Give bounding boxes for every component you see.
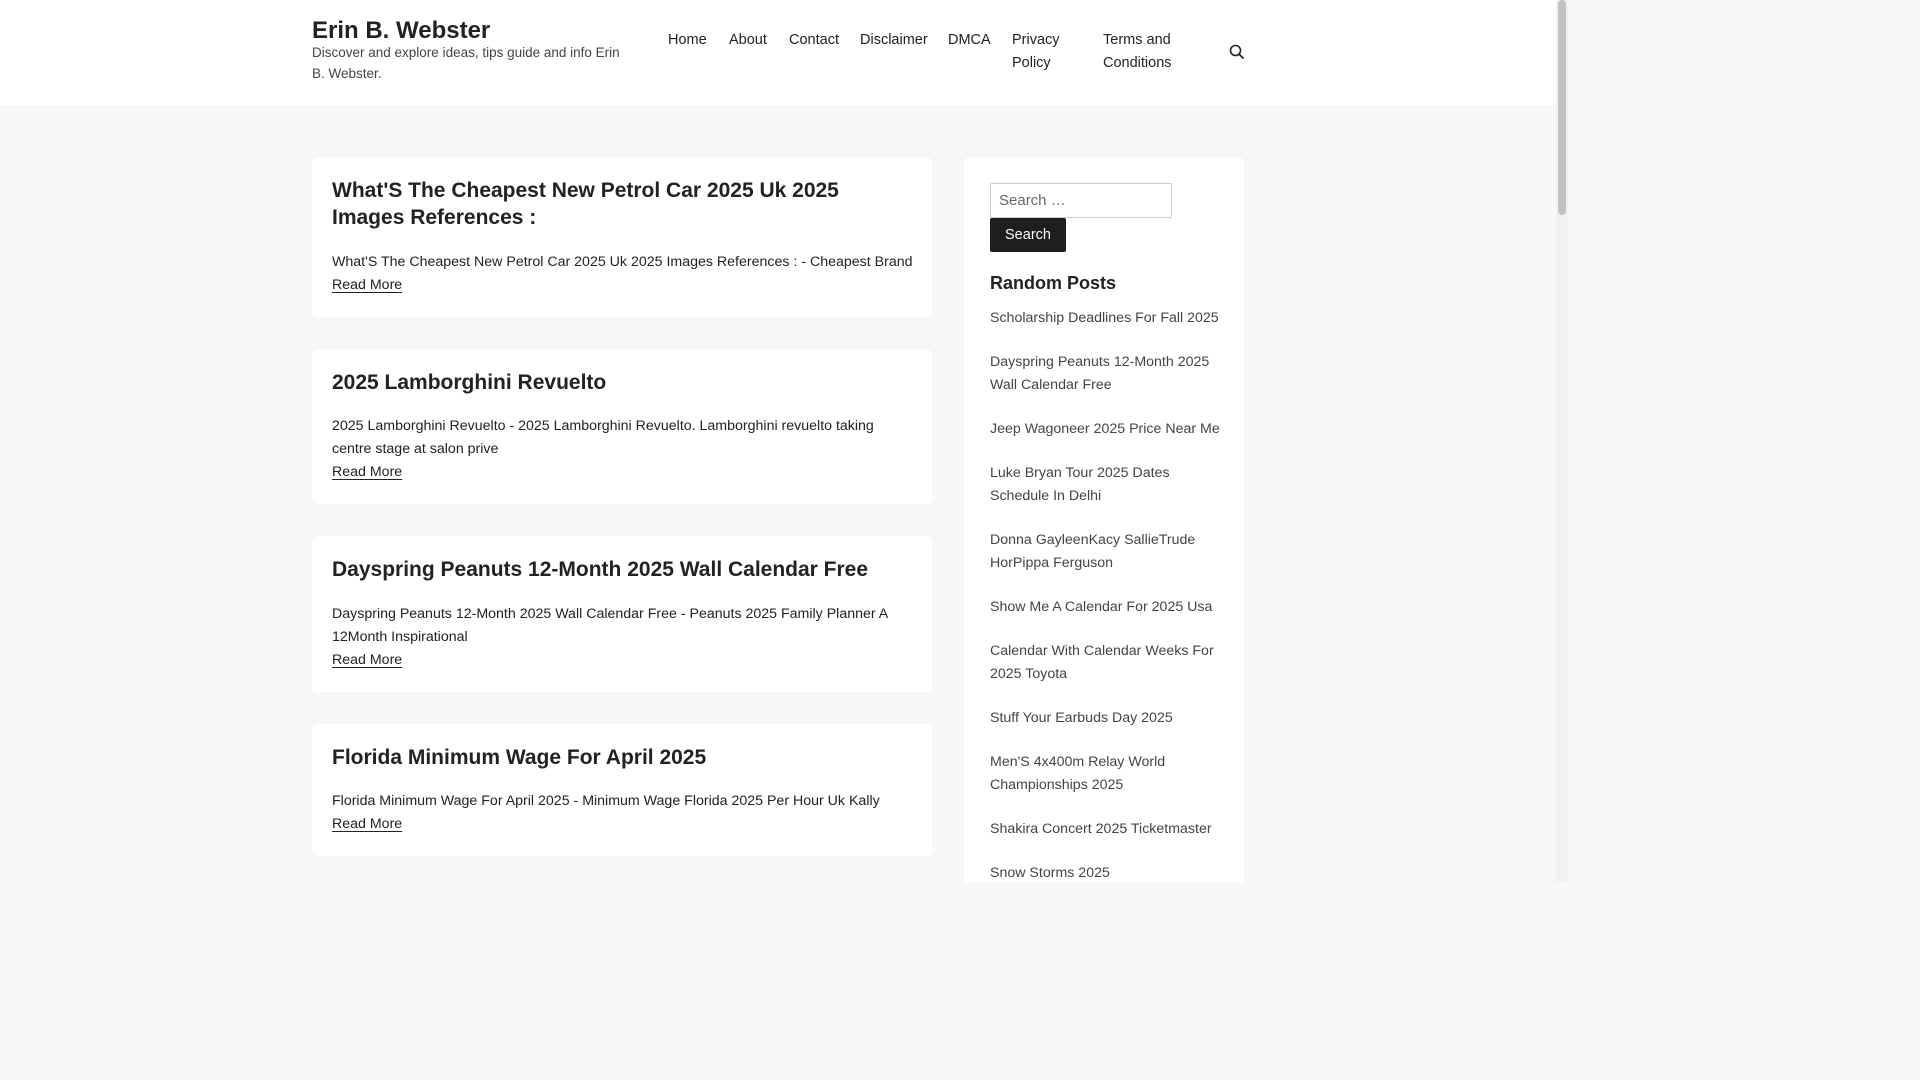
post-card: What'S The Cheapest New Petrol Car 2025 … xyxy=(312,157,932,317)
post-title[interactable]: Florida Minimum Wage For April 2025 xyxy=(332,744,912,771)
read-more-link[interactable]: Read More xyxy=(332,649,402,672)
nav-privacy-policy-line1: Privacy xyxy=(1012,32,1060,48)
nav-terms-and-conditions[interactable]: Terms and Conditions xyxy=(1103,29,1172,75)
search-button[interactable]: Search xyxy=(990,218,1066,252)
post-card: Dayspring Peanuts 12-Month 2025 Wall Cal… xyxy=(312,536,932,692)
post-excerpt: What'S The Cheapest New Petrol Car 2025 … xyxy=(332,254,913,270)
site-header: Erin B. Webster Discover and explore ide… xyxy=(0,0,1556,105)
post-title[interactable]: Dayspring Peanuts 12-Month 2025 Wall Cal… xyxy=(332,556,912,583)
random-post-link[interactable]: Scholarship Deadlines For Fall 2025 xyxy=(990,307,1225,330)
post-excerpt: 2025 Lamborghini Revuelto - 2025 Lamborg… xyxy=(332,418,874,457)
random-post-link[interactable]: Show Me A Calendar For 2025 Usa xyxy=(990,596,1225,619)
nav-privacy-policy-line2: Policy xyxy=(1012,55,1051,71)
search-input[interactable] xyxy=(990,183,1172,218)
page: Erin B. Webster Discover and explore ide… xyxy=(0,0,1568,882)
random-posts-title: Random Posts xyxy=(990,273,1117,293)
random-post-link[interactable]: Luke Bryan Tour 2025 Dates Schedule In D… xyxy=(990,462,1225,508)
random-post-link[interactable]: Snow Storms 2025 xyxy=(990,862,1225,882)
nav-terms-line1: Terms and xyxy=(1103,32,1171,48)
site-description: Discover and explore ideas, tips guide a… xyxy=(312,45,620,81)
post-title[interactable]: What'S The Cheapest New Petrol Car 2025 … xyxy=(332,177,912,231)
random-post-link[interactable]: Calendar With Calendar Weeks For 2025 To… xyxy=(990,640,1225,686)
post-excerpt: Florida Minimum Wage For April 2025 - Mi… xyxy=(332,793,880,809)
read-more-link[interactable]: Read More xyxy=(332,274,402,297)
nav-contact[interactable]: Contact xyxy=(789,29,839,52)
sidebar: Search Random Posts Scholarship Deadline… xyxy=(964,157,1244,882)
random-post-link[interactable]: Donna GayleenKacy SallieTrude HorPippa F… xyxy=(990,529,1225,575)
vertical-scrollbar[interactable] xyxy=(1556,0,1568,882)
search-icon[interactable] xyxy=(1228,43,1246,61)
post-card: Florida Minimum Wage For April 2025 Flor… xyxy=(312,724,932,856)
nav-disclaimer[interactable]: Disclaimer xyxy=(860,29,928,52)
nav-privacy-policy[interactable]: Privacy Policy xyxy=(1012,29,1060,75)
nav-about[interactable]: About xyxy=(729,29,767,52)
nav-terms-line2: Conditions xyxy=(1103,55,1172,71)
random-post-link[interactable]: Men'S 4x400m Relay World Championships 2… xyxy=(990,751,1225,797)
search-icon-graphic xyxy=(1229,44,1244,59)
read-more-link[interactable]: Read More xyxy=(332,461,402,484)
post-excerpt: Dayspring Peanuts 12-Month 2025 Wall Cal… xyxy=(332,606,888,645)
read-more-link[interactable]: Read More xyxy=(332,813,402,836)
post-card: 2025 Lamborghini Revuelto 2025 Lamborghi… xyxy=(312,349,932,504)
scrollbar-thumb[interactable] xyxy=(1558,0,1566,215)
post-title[interactable]: 2025 Lamborghini Revuelto xyxy=(332,369,912,396)
nav-dmca[interactable]: DMCA xyxy=(948,29,991,52)
random-post-link[interactable]: Stuff Your Earbuds Day 2025 xyxy=(990,707,1225,730)
nav-home[interactable]: Home xyxy=(668,29,707,52)
random-post-link[interactable]: Jeep Wagoneer 2025 Price Near Me xyxy=(990,418,1225,441)
random-post-link[interactable]: Dayspring Peanuts 12-Month 2025 Wall Cal… xyxy=(990,351,1225,397)
random-post-link[interactable]: Shakira Concert 2025 Ticketmaster xyxy=(990,818,1225,841)
